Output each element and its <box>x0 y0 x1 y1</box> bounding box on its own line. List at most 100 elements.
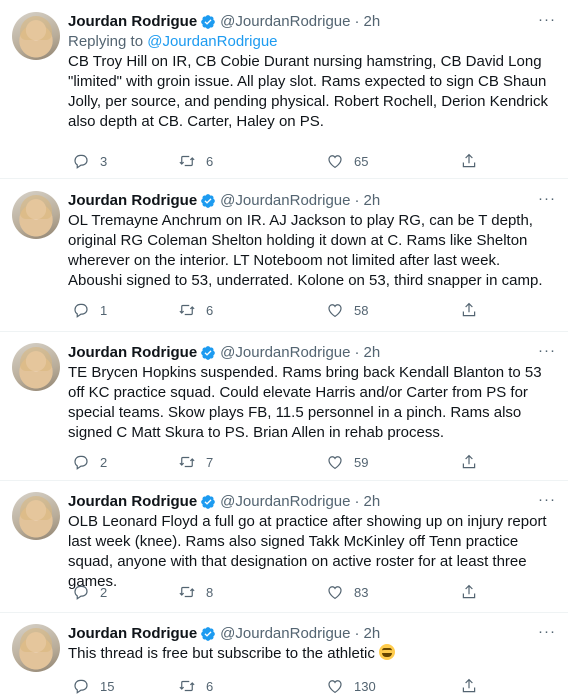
timestamp[interactable]: 2h <box>363 191 380 211</box>
divider <box>0 480 568 481</box>
more-icon[interactable]: ··· <box>538 12 556 28</box>
retweet-button[interactable]: 6 <box>178 152 213 170</box>
reply-icon <box>74 154 88 169</box>
separator-dot: · <box>354 192 360 209</box>
verified-badge-icon <box>201 627 216 641</box>
tweet-body: Jourdan Rodrigue @JourdanRodrigue · 2h ·… <box>68 343 556 443</box>
reply-icon <box>74 679 88 694</box>
avatar[interactable] <box>12 492 60 540</box>
tweet-actions: 2 8 83 <box>68 582 488 602</box>
share-icon <box>462 454 476 469</box>
tweet-text: OLB Leonard Floyd a full go at practice … <box>68 513 551 590</box>
tweet-text: This thread is free but subscribe to the… <box>68 644 556 664</box>
like-count: 58 <box>354 302 369 318</box>
reply-icon <box>74 585 88 600</box>
timestamp[interactable]: 2h <box>363 492 380 512</box>
laughing-face-emoji <box>379 644 395 660</box>
author-handle[interactable]: @JourdanRodrigue <box>220 492 350 512</box>
like-button[interactable]: 130 <box>326 677 376 695</box>
verified-badge-icon <box>201 15 216 29</box>
more-icon[interactable]: ··· <box>538 191 556 207</box>
divider <box>0 612 568 613</box>
retweet-count: 8 <box>206 584 214 600</box>
retweet-icon <box>179 456 195 468</box>
like-count: 130 <box>354 678 376 694</box>
tweet-text-content: This thread is free but subscribe to the… <box>68 645 375 662</box>
retweet-button[interactable]: 6 <box>178 677 213 695</box>
author-handle[interactable]: @JourdanRodrigue <box>220 12 350 32</box>
retweet-count: 7 <box>206 454 214 470</box>
reply-button[interactable]: 2 <box>72 583 107 601</box>
replying-to-handle[interactable]: @JourdanRodrigue <box>147 33 277 50</box>
separator-dot: · <box>354 625 360 642</box>
author-name[interactable]: Jourdan Rodrigue <box>68 624 197 644</box>
author-name[interactable]: Jourdan Rodrigue <box>68 343 197 363</box>
reply-count: 15 <box>100 678 115 694</box>
timestamp[interactable]: 2h <box>363 343 380 363</box>
share-icon <box>462 678 476 693</box>
heart-icon <box>328 680 342 694</box>
timestamp[interactable]: 2h <box>363 12 380 32</box>
share-icon <box>462 153 476 168</box>
verified-badge-icon <box>201 194 216 208</box>
retweet-icon <box>179 155 195 167</box>
avatar[interactable] <box>12 624 60 672</box>
retweet-count: 6 <box>206 153 214 169</box>
tweet[interactable]: Jourdan Rodrigue @JourdanRodrigue · 2h ·… <box>0 12 568 169</box>
more-icon[interactable]: ··· <box>538 492 556 508</box>
verified-badge-icon <box>201 346 216 360</box>
heart-icon <box>328 155 342 169</box>
tweet[interactable]: Jourdan Rodrigue @JourdanRodrigue · 2h ·… <box>0 492 568 602</box>
retweet-button[interactable]: 8 <box>178 583 213 601</box>
author-name[interactable]: Jourdan Rodrigue <box>68 191 197 211</box>
reply-button[interactable]: 15 <box>72 677 114 695</box>
tweet-body: Jourdan Rodrigue @JourdanRodrigue · 2h ·… <box>68 492 556 592</box>
reply-button[interactable]: 3 <box>72 152 107 170</box>
more-icon[interactable]: ··· <box>538 624 556 640</box>
tweet[interactable]: Jourdan Rodrigue @JourdanRodrigue · 2h ·… <box>0 343 568 473</box>
share-button[interactable] <box>460 453 478 471</box>
tweet-header: Jourdan Rodrigue @JourdanRodrigue · 2h <box>68 191 556 211</box>
share-button[interactable] <box>460 152 478 170</box>
retweet-button[interactable]: 7 <box>178 453 213 471</box>
tweet-actions: 15 6 130 <box>68 676 488 696</box>
tweet-text: OL Tremayne Anchrum on IR. AJ Jackson to… <box>68 212 543 289</box>
like-button[interactable]: 83 <box>326 583 368 601</box>
reply-count: 2 <box>100 454 108 470</box>
tweet-text: CB Troy Hill on IR, CB Cobie Durant nurs… <box>68 53 553 130</box>
retweet-icon <box>179 304 195 316</box>
verified-badge-icon <box>201 495 216 509</box>
avatar[interactable] <box>12 191 60 239</box>
share-button[interactable] <box>460 583 478 601</box>
retweet-count: 6 <box>206 302 214 318</box>
reply-icon <box>74 303 88 318</box>
tweet[interactable]: Jourdan Rodrigue @JourdanRodrigue · 2h ·… <box>0 191 568 321</box>
divider <box>0 178 568 179</box>
reply-count: 3 <box>100 153 108 169</box>
separator-dot: · <box>354 13 360 30</box>
replying-to: Replying to @JourdanRodrigue <box>68 32 556 52</box>
tweet-header: Jourdan Rodrigue @JourdanRodrigue · 2h <box>68 343 556 363</box>
more-icon[interactable]: ··· <box>538 343 556 359</box>
like-button[interactable]: 65 <box>326 152 368 170</box>
tweet-actions: 3 6 65 <box>68 151 488 171</box>
tweet[interactable]: Jourdan Rodrigue @JourdanRodrigue · 2h ·… <box>0 624 568 696</box>
author-handle[interactable]: @JourdanRodrigue <box>220 343 350 363</box>
author-handle[interactable]: @JourdanRodrigue <box>220 191 350 211</box>
avatar[interactable] <box>12 12 60 60</box>
share-button[interactable] <box>460 301 478 319</box>
share-button[interactable] <box>460 677 478 695</box>
author-name[interactable]: Jourdan Rodrigue <box>68 492 197 512</box>
reply-button[interactable]: 2 <box>72 453 107 471</box>
retweet-icon <box>179 586 195 598</box>
separator-dot: · <box>354 493 360 510</box>
author-name[interactable]: Jourdan Rodrigue <box>68 12 197 32</box>
like-button[interactable]: 59 <box>326 453 368 471</box>
tweet-header: Jourdan Rodrigue @JourdanRodrigue · 2h <box>68 492 556 512</box>
avatar[interactable] <box>12 343 60 391</box>
author-handle[interactable]: @JourdanRodrigue <box>220 624 350 644</box>
timestamp[interactable]: 2h <box>363 624 380 644</box>
reply-button[interactable]: 1 <box>72 301 107 319</box>
retweet-button[interactable]: 6 <box>178 301 213 319</box>
like-button[interactable]: 58 <box>326 301 368 319</box>
